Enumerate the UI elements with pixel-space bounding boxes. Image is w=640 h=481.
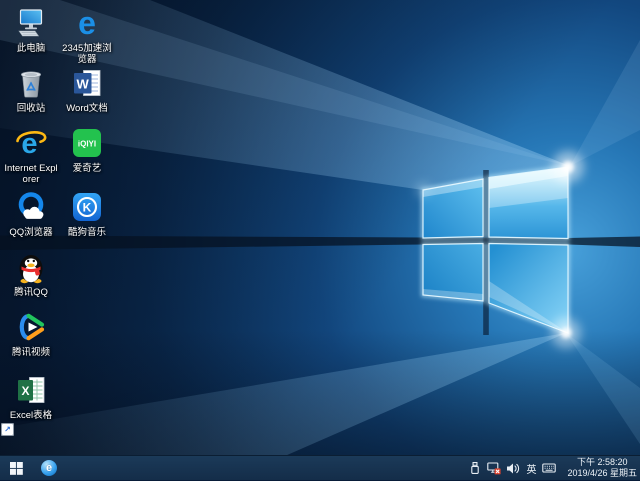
clock-time: 下午 2:58:20 bbox=[576, 456, 628, 467]
svg-text:e: e bbox=[78, 6, 96, 40]
tencent-qq-icon bbox=[19, 255, 43, 284]
volume-icon[interactable] bbox=[506, 460, 520, 476]
desktop-icon-qq-browser[interactable]: ↗ QQ浏览器 bbox=[1, 190, 59, 436]
tencent-video-icon bbox=[19, 313, 45, 341]
desktop-icon-grid: 此电脑 回收站 e Internet Explorer QQ浏览器 腾讯QQ 腾… bbox=[1, 6, 115, 436]
taskbar: e 英 下午 2:58:20 2019/4/26 星期五 bbox=[0, 455, 640, 480]
desktop-icon-label: 爱奇艺 bbox=[72, 163, 102, 174]
ime-language-indicator[interactable]: 英 bbox=[525, 461, 537, 476]
desktop-icon-label: 2345加速浏览器 bbox=[62, 43, 112, 66]
word-w-glyph: W bbox=[77, 77, 90, 92]
browser-e-icon: e bbox=[41, 460, 57, 476]
this-pc-icon bbox=[18, 9, 43, 37]
usb-device-icon[interactable] bbox=[468, 460, 482, 476]
desktop-icon-tencent-video[interactable]: ↗ 腾讯视频 bbox=[1, 310, 59, 436]
kugou-k-glyph: K bbox=[83, 201, 92, 215]
desktop-icon-this-pc[interactable]: 此电脑 bbox=[3, 6, 59, 66]
desktop-icon-label: Excel表格 bbox=[9, 410, 53, 421]
desktop-icon-internet-explorer[interactable]: e Internet Explorer bbox=[3, 126, 59, 190]
qq-browser-icon bbox=[18, 192, 44, 219]
iqiyi-icon: iQIYI bbox=[73, 129, 101, 157]
desktop-icon-word-doc[interactable]: W ↗ Word文档 bbox=[1, 66, 115, 436]
desktop-icon-tencent-qq[interactable]: ↗ 腾讯QQ bbox=[1, 250, 59, 436]
touch-keyboard-icon[interactable] bbox=[542, 460, 557, 476]
system-tray: 英 下午 2:58:20 2019/4/26 星期五 bbox=[468, 456, 640, 481]
word-doc-icon: W bbox=[74, 70, 101, 96]
taskbar-clock[interactable]: 下午 2:58:20 2019/4/26 星期五 bbox=[567, 457, 637, 480]
desktop-icon-label: 酷狗音乐 bbox=[67, 227, 106, 238]
desktop-icon-label: 此电脑 bbox=[16, 43, 46, 54]
2345-browser-icon: e bbox=[78, 6, 96, 40]
desktop-icon-label: 回收站 bbox=[16, 103, 46, 114]
taskbar-pinned-browser[interactable]: e bbox=[34, 456, 64, 481]
desktop-icon-iqiyi[interactable]: iQIYI ↗ 爱奇艺 bbox=[1, 126, 115, 436]
clock-date: 2019/4/26 星期五 bbox=[567, 468, 637, 478]
desktop-icon-kugou-music[interactable]: K ↗ 酷狗音乐 bbox=[1, 190, 115, 436]
desktop-icon-label: Word文档 bbox=[66, 103, 108, 114]
desktop-icon-2345-browser[interactable]: e ↗ 2345加速浏览器 bbox=[1, 6, 115, 436]
network-disconnected-icon[interactable] bbox=[487, 460, 502, 476]
recycle-bin-icon bbox=[20, 71, 42, 98]
excel-icon: X bbox=[18, 377, 45, 403]
shortcut-arrow-icon: ↗ bbox=[1, 423, 14, 436]
windows-logo-icon bbox=[9, 461, 23, 475]
excel-x-glyph: X bbox=[21, 384, 29, 398]
desktop-icon-label: 腾讯视频 bbox=[11, 347, 50, 358]
start-button[interactable] bbox=[0, 456, 32, 481]
kugou-music-icon: K bbox=[73, 193, 101, 221]
desktop-icon-label: 腾讯QQ bbox=[14, 287, 48, 298]
desktop: 此电脑 回收站 e Internet Explorer QQ浏览器 腾讯QQ 腾… bbox=[0, 0, 640, 480]
iqiyi-logo-text: iQIYI bbox=[78, 140, 96, 149]
desktop-icon-recycle-bin[interactable]: 回收站 bbox=[3, 66, 59, 126]
internet-explorer-icon: e bbox=[16, 128, 47, 160]
desktop-icon-label: QQ浏览器 bbox=[9, 227, 53, 238]
desktop-icon-label: Internet Explorer bbox=[4, 163, 58, 186]
